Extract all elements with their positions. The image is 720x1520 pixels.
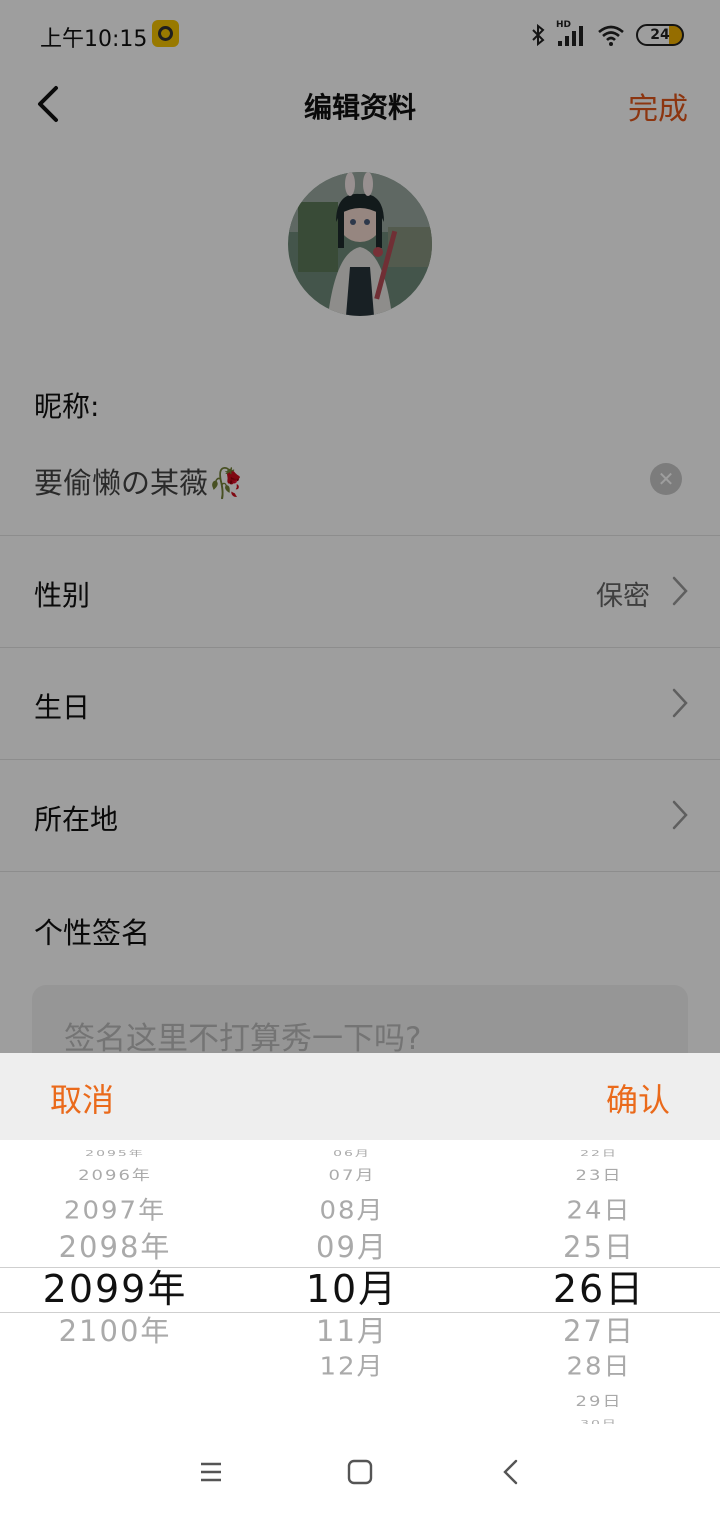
picker-header: 取消 确认: [0, 1053, 720, 1140]
day-option[interactable]: 25日: [479, 1232, 719, 1262]
day-option[interactable]: 26日: [479, 1270, 719, 1308]
day-option[interactable]: 28日: [479, 1355, 719, 1380]
day-option[interactable]: 29日: [479, 1394, 719, 1409]
back-icon[interactable]: [498, 1458, 526, 1486]
menu-icon[interactable]: [197, 1458, 225, 1486]
month-option[interactable]: 08月: [232, 1199, 472, 1224]
system-nav-bar: [0, 1424, 720, 1520]
month-wheel[interactable]: 06月 07月 08月 09月 10月 11月 12月: [232, 1140, 472, 1424]
month-option[interactable]: 06月: [232, 1150, 472, 1158]
year-option[interactable]: 2098年: [0, 1232, 235, 1262]
month-option[interactable]: 12月: [232, 1355, 472, 1380]
year-option[interactable]: 2100年: [0, 1316, 235, 1346]
picker-cancel-button[interactable]: 取消: [50, 1075, 114, 1121]
modal-overlay[interactable]: [0, 0, 720, 1053]
day-option[interactable]: 23日: [479, 1168, 719, 1183]
month-option[interactable]: 11月: [232, 1316, 472, 1346]
year-option[interactable]: 2099年: [0, 1270, 235, 1308]
home-icon[interactable]: [346, 1458, 374, 1486]
picker-confirm-button[interactable]: 确认: [606, 1075, 670, 1121]
year-wheel[interactable]: 2095年 2096年 2097年 2098年 2099年 2100年: [0, 1140, 235, 1424]
day-wheel[interactable]: 22日 23日 24日 25日 26日 27日 28日 29日 30日: [479, 1140, 719, 1424]
year-option[interactable]: 2097年: [0, 1199, 235, 1224]
month-option[interactable]: 07月: [232, 1168, 472, 1183]
month-option[interactable]: 09月: [232, 1232, 472, 1262]
year-option[interactable]: 2096年: [0, 1168, 235, 1183]
day-option[interactable]: 24日: [479, 1199, 719, 1224]
day-option[interactable]: 27日: [479, 1316, 719, 1346]
picker-wheels: 2095年 2096年 2097年 2098年 2099年 2100年 06月 07月 08月…: [0, 1140, 720, 1424]
month-option[interactable]: 10月: [232, 1270, 472, 1308]
year-option[interactable]: 2095年: [0, 1150, 235, 1158]
day-option[interactable]: 22日: [479, 1150, 719, 1158]
